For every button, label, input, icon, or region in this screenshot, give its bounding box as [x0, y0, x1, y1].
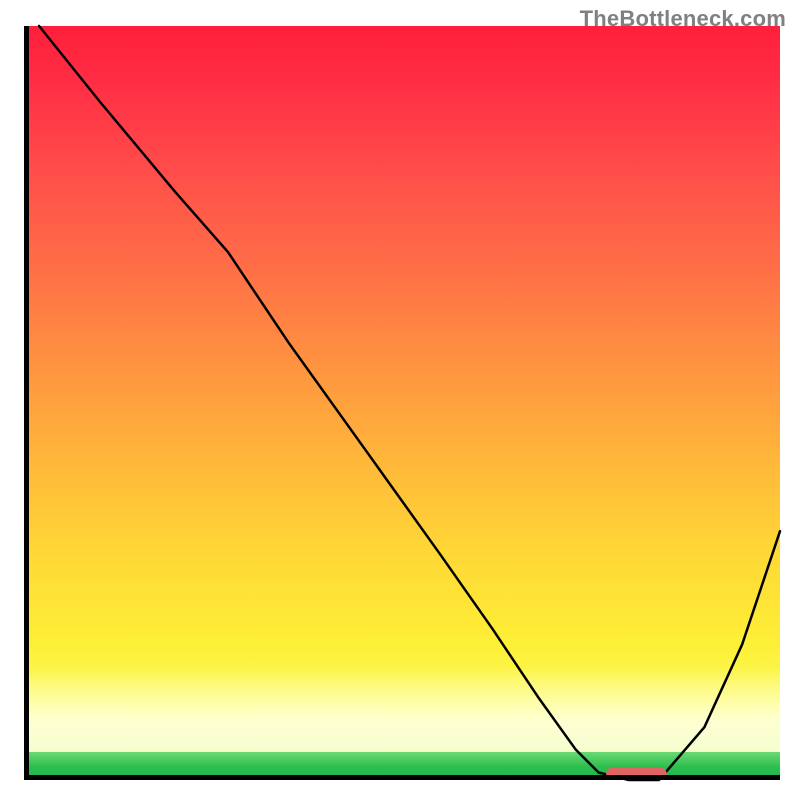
result-marker	[606, 768, 667, 779]
watermark-text: TheBottleneck.com	[580, 6, 786, 32]
chart-svg	[24, 26, 780, 780]
bottleneck-curve	[39, 26, 780, 780]
